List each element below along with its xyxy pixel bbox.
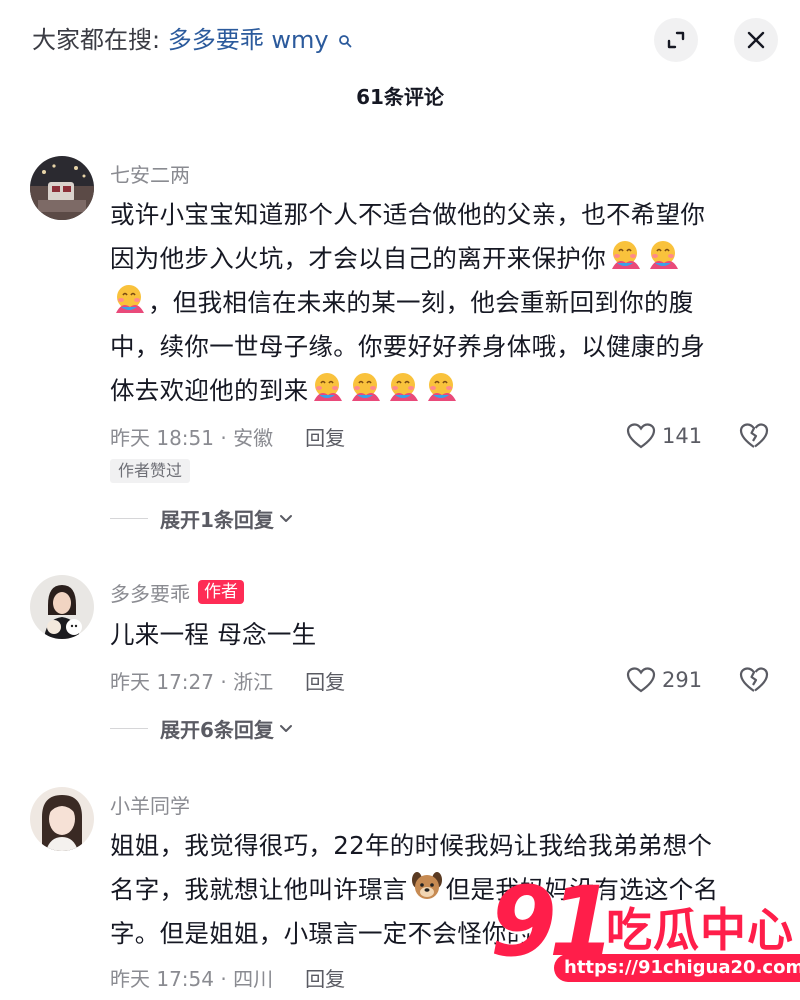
like-button[interactable]: 291 [626,665,702,695]
comment-time-location: 昨天 18:51 · 安徽 [110,425,274,450]
comment-body-text: 因为他步入火坑，才会以自己的离开来保护你 [110,244,606,273]
comment-body-text: ，但我相信在未来的某一刻，他会重新回到你的腹 [148,288,694,317]
chevron-down-icon [279,725,292,732]
divider [110,727,148,729]
dislike-button[interactable] [738,665,770,695]
comment-body-line: 姐姐，我觉得很巧，22年的时候我妈让我给我弟弟想个 [110,831,713,860]
comment-body-line-5: 体去欢迎他的到来 [110,369,760,413]
comment-body-line-2: 因为他步入火坑，才会以自己的离开来保护你 [110,237,760,281]
search-suggestion-prefix: 大家都在搜: [32,26,161,54]
comment-time-location: 昨天 17:54 · 四川 [110,966,274,991]
hug-emoji-icon [352,373,381,401]
hug-emoji-icon [314,373,343,401]
search-suggestion-term[interactable]: 多多要乖 wmy [168,26,329,54]
hug-emoji-icon [390,373,419,401]
broken-heart-icon [739,423,769,448]
comment-body: 或许小宝宝知道那个人不适合做他的父亲，也不希望你 因为他步入火坑，才会以自己的离… [110,193,760,413]
avatar[interactable] [30,575,94,639]
reply-button[interactable]: 回复 [305,963,345,992]
hug-emoji-icon [650,241,678,269]
comments-header: 大家都在搜: 多多要乖 wmy [0,0,800,80]
hug-emoji-icon [428,373,457,401]
comment-body-line: 儿来一程 母念一生 [110,620,317,649]
comment-author[interactable]: 小羊同学 [110,790,190,818]
author-name[interactable]: 七安二两 [110,159,190,188]
comment-author[interactable]: 多多要乖 作者 [110,578,244,606]
search-icon[interactable] [338,24,352,56]
dog-face-emoji-icon [411,872,442,899]
avatar[interactable] [30,156,94,220]
divider [110,517,148,519]
comment-body-text: 名字，我就想让他叫许璟言 [110,875,408,904]
comment-body-line-3: ，但我相信在未来的某一刻，他会重新回到你的腹 [110,281,760,325]
comment-body: 儿来一程 母念一生 [110,613,760,657]
expand-icon [667,31,685,49]
dislike-button[interactable] [738,421,770,451]
comment-body-line: 中，续你一世母子缘。你要好好养身体哦，以健康的身 [110,332,706,361]
like-count: 141 [662,424,703,448]
comment-time-location: 昨天 17:27 · 浙江 [110,669,274,694]
close-icon [747,31,765,49]
reply-button[interactable]: 回复 [305,422,345,451]
like-count: 291 [662,668,703,692]
comment-body-line: 或许小宝宝知道那个人不适合做他的父亲，也不希望你 [110,200,706,229]
watermark-logo: 91 吃瓜中心 https://91chigua20.com [490,872,800,990]
comment-meta: 昨天 18:51 · 安徽 回复 [110,421,345,451]
search-suggestion[interactable]: 大家都在搜: 多多要乖 wmy [32,24,352,56]
avatar[interactable] [30,787,94,851]
watermark-name: 吃瓜中心 [606,903,794,957]
watermark-url: https://91chigua20.com [554,954,800,982]
hug-emoji-icon [612,241,640,269]
comment-count-title: 61条评论 [356,85,444,109]
comment-body-text: 体去欢迎他的到来 [110,376,309,405]
expand-button[interactable] [654,18,698,62]
comment-meta: 昨天 17:27 · 浙江 回复 [110,665,345,695]
comment-author[interactable]: 七安二两 [110,159,190,187]
author-name[interactable]: 小羊同学 [110,790,190,819]
expand-replies-label[interactable]: 展开6条回复 [160,714,274,743]
heart-icon [626,423,656,449]
reply-button[interactable]: 回复 [305,666,345,695]
comment-meta: 昨天 17:54 · 四川 回复 [110,962,345,992]
close-button[interactable] [734,18,778,62]
broken-heart-icon [739,667,769,692]
like-button[interactable]: 141 [626,421,702,451]
expand-replies-button[interactable]: 展开1条回复 [110,503,294,533]
chevron-down-icon [279,515,292,522]
author-liked-badge: 作者赞过 [110,459,191,483]
author-name[interactable]: 多多要乖 [110,578,190,607]
expand-replies-button[interactable]: 展开6条回复 [110,713,294,743]
heart-icon [626,667,656,693]
author-badge: 作者 [198,580,244,604]
expand-replies-label[interactable]: 展开1条回复 [160,504,274,533]
hug-emoji-icon [116,285,144,313]
